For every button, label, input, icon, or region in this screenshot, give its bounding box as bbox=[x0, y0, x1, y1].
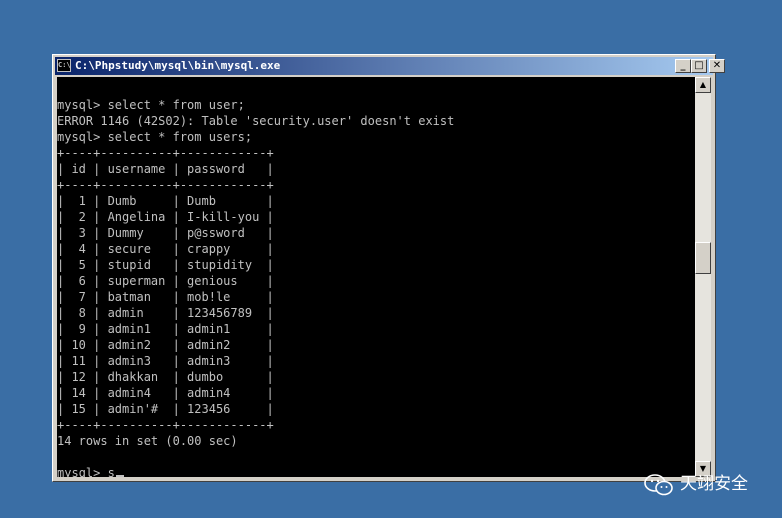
cmd-icon[interactable]: C:\ bbox=[57, 59, 71, 72]
console-line: | 8 | admin | 123456789 | bbox=[57, 306, 274, 320]
console-output[interactable]: mysql> select * from user; ERROR 1146 (42… bbox=[57, 77, 695, 477]
console-line: +----+----------+------------+ bbox=[57, 146, 274, 160]
console-line: | 15 | admin'# | 123456 | bbox=[57, 402, 274, 416]
watermark-text: 天翊安全 bbox=[680, 474, 748, 494]
console-line: | 7 | batman | mob!le | bbox=[57, 290, 274, 304]
console-line: | 14 | admin4 | admin4 | bbox=[57, 386, 274, 400]
title-bar[interactable]: C:\ C:\Phpstudy\mysql\bin\mysql.exe _ □ … bbox=[55, 57, 725, 75]
console-line: | 9 | admin1 | admin1 | bbox=[57, 322, 274, 336]
console-line: 14 rows in set (0.00 sec) bbox=[57, 434, 238, 448]
console-line: | 5 | stupid | stupidity | bbox=[57, 258, 274, 272]
console-line: +----+----------+------------+ bbox=[57, 418, 274, 432]
console-line: mysql> select * from user; bbox=[57, 98, 245, 112]
minimize-button[interactable]: _ bbox=[675, 59, 691, 73]
wechat-icon bbox=[644, 474, 673, 496]
console-line: mysql> s bbox=[57, 465, 454, 477]
scroll-thumb[interactable] bbox=[695, 242, 711, 274]
text-cursor bbox=[115, 475, 124, 477]
console-line: | 6 | superman | genious | bbox=[57, 274, 274, 288]
console-line: | 4 | secure | crappy | bbox=[57, 242, 274, 256]
console-line: mysql> select * from users; bbox=[57, 130, 253, 144]
vertical-scrollbar[interactable]: ▲ ▼ bbox=[695, 77, 711, 477]
maximize-button[interactable]: □ bbox=[691, 59, 707, 73]
console-line: ERROR 1146 (42S02): Table 'security.user… bbox=[57, 114, 455, 128]
console-lines: mysql> select * from user; ERROR 1146 (42… bbox=[57, 81, 454, 477]
console-line: | id | username | password | bbox=[57, 162, 274, 176]
console-line: +----+----------+------------+ bbox=[57, 178, 274, 192]
console-line: | 3 | Dummy | p@ssword | bbox=[57, 226, 274, 240]
window-title: C:\Phpstudy\mysql\bin\mysql.exe bbox=[75, 59, 281, 72]
console-window: C:\ C:\Phpstudy\mysql\bin\mysql.exe _ □ … bbox=[52, 54, 725, 482]
console-line: | 2 | Angelina | I-kill-you | bbox=[57, 210, 274, 224]
close-button[interactable]: ✕ bbox=[709, 59, 725, 73]
console-line: | 11 | admin3 | admin3 | bbox=[57, 354, 274, 368]
console-line: | 1 | Dumb | Dumb | bbox=[57, 194, 274, 208]
console-line: | 12 | dhakkan | dumbo | bbox=[57, 370, 274, 384]
console-line: | 10 | admin2 | admin2 | bbox=[57, 338, 274, 352]
scroll-up-button[interactable]: ▲ bbox=[695, 77, 711, 93]
